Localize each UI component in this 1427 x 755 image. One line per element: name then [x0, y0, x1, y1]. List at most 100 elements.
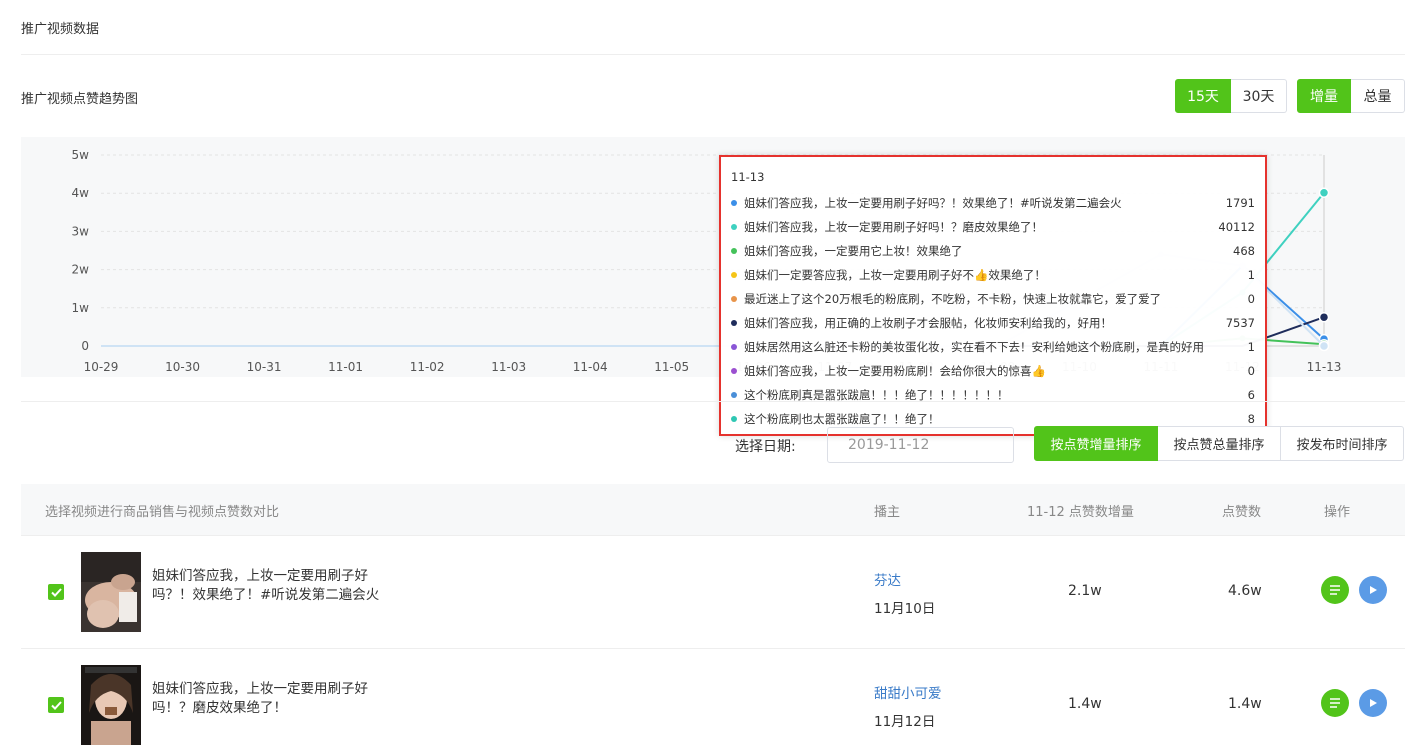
author-link[interactable]: 甜甜小可爱 [874, 682, 942, 702]
mode-increment-button[interactable]: 增量 [1297, 79, 1351, 113]
tooltip-series-value: 1 [1247, 268, 1255, 282]
series-dot-icon [731, 296, 737, 302]
tooltip-series-name: 这个粉底刷也太嚣张跋扈了！！绝了！ [744, 412, 940, 426]
tooltip-series-name: 姐妹居然用这么脏还卡粉的美妆蛋化妆，实在看不下去！安利给她这个粉底刷，是真的好用 [744, 340, 1204, 354]
like-total: 4.6w [1228, 583, 1262, 599]
play-button[interactable] [1359, 689, 1387, 717]
y-tick-label: 2w [72, 263, 90, 277]
tooltip-series-value: 6 [1247, 388, 1255, 402]
like-total: 1.4w [1228, 696, 1262, 712]
header-actions: 操作 [1324, 505, 1351, 520]
check-icon [50, 587, 62, 597]
tooltip-row: 姐妹们答应我，上妆一定要用粉底刷！会给你很大的惊喜👍 0 [731, 359, 1255, 383]
x-tick-label: 11-03 [491, 360, 526, 374]
tooltip-series-name: 姐妹们答应我，用正确的上妆刷子才会服帖，化妆师安利给我的，好用！ [744, 316, 1112, 330]
tooltip-row: 最近迷上了这个20万根毛的粉底刷，不吃粉，不卡粉，快速上妆就靠它，爱了爱了 0 [731, 287, 1255, 311]
tooltip-row: 姐妹们一定要答应我，上妆一定要用刷子好不👍效果绝了！ 1 [731, 263, 1255, 287]
video-title[interactable]: 姐妹们答应我，上妆一定要用刷子好吗？！效果绝了！#听说发第二遍会火 [152, 567, 392, 605]
table-header: 选择视频进行商品销售与视频点赞数对比 播主 11-12 点赞数增量 点赞数 操作 [21, 484, 1405, 535]
data-point-highlight [1318, 340, 1330, 352]
sort-by-total-button[interactable]: 按点赞总量排序 [1158, 426, 1281, 461]
detail-button[interactable] [1321, 689, 1349, 717]
video-thumbnail[interactable] [81, 665, 141, 745]
author-link[interactable]: 芬达 [874, 569, 901, 589]
tooltip-series-name: 姐妹们一定要答应我，上妆一定要用刷子好不👍效果绝了！ [744, 268, 1046, 282]
data-point-highlight [1318, 311, 1330, 323]
check-icon [50, 700, 62, 710]
series-dot-icon [731, 224, 737, 230]
tooltip-series-name: 姐妹们答应我，上妆一定要用刷子好吗！？磨皮效果绝了！ [744, 220, 1043, 234]
divider [21, 401, 1405, 402]
x-tick-label: 10-30 [165, 360, 200, 374]
header-select: 选择视频进行商品销售与视频点赞数对比 [45, 505, 280, 520]
play-icon [1370, 699, 1377, 707]
range-15-days-button[interactable]: 15天 [1175, 79, 1231, 113]
tooltip-row: 姐妹们答应我，上妆一定要用刷子好吗？！效果绝了！#听说发第二遍会火 1791 [731, 191, 1255, 215]
play-icon [1370, 586, 1377, 594]
series-dot-icon [731, 368, 737, 374]
range-toggle: 15天 30天 [1175, 79, 1287, 113]
tooltip-row: 姐妹们答应我，上妆一定要用刷子好吗！？磨皮效果绝了！ 40112 [731, 215, 1255, 239]
date-label: 选择日期: [735, 439, 796, 455]
chart-tooltip: 11-13 姐妹们答应我，上妆一定要用刷子好吗？！效果绝了！#听说发第二遍会火 1… [719, 155, 1267, 436]
tooltip-series-name: 最近迷上了这个20万根毛的粉底刷，不吃粉，不卡粉，快速上妆就靠它，爱了爱了 [744, 292, 1162, 306]
mode-toggle: 增量 总量 [1297, 79, 1405, 113]
tooltip-series-value: 0 [1247, 364, 1255, 378]
list-icon [1330, 698, 1340, 708]
sort-by-publish-time-button[interactable]: 按发布时间排序 [1281, 426, 1404, 461]
tooltip-series-value: 0 [1247, 292, 1255, 306]
x-tick-label: 11-13 [1307, 360, 1342, 374]
y-tick-label: 3w [72, 224, 90, 238]
series-dot-icon [731, 392, 737, 398]
tooltip-series-value: 40112 [1218, 220, 1255, 234]
tooltip-series-name: 姐妹们答应我，一定要用它上妆！效果绝了 [744, 244, 963, 258]
y-tick-label: 0 [81, 339, 89, 353]
detail-button[interactable] [1321, 576, 1349, 604]
sort-toggle: 按点赞增量排序 按点赞总量排序 按发布时间排序 [1034, 426, 1404, 461]
sort-by-increment-button[interactable]: 按点赞增量排序 [1034, 426, 1158, 461]
x-tick-label: 11-05 [654, 360, 689, 374]
range-30-days-button[interactable]: 30天 [1231, 79, 1287, 113]
series-dot-icon [731, 200, 737, 206]
list-icon [1330, 585, 1340, 595]
tooltip-series-value: 1791 [1225, 196, 1255, 210]
tooltip-series-name: 姐妹们答应我，上妆一定要用粉底刷！会给你很大的惊喜👍 [744, 364, 1046, 378]
x-tick-label: 10-29 [84, 360, 119, 374]
play-button[interactable] [1359, 576, 1387, 604]
video-thumbnail[interactable] [81, 552, 141, 632]
chart-title: 推广视频点赞趋势图 [21, 92, 139, 107]
publish-date: 11月12日 [874, 714, 936, 730]
header-increment: 11-12 点赞数增量 [1027, 505, 1134, 520]
tooltip-row: 姐妹们答应我，一定要用它上妆！效果绝了 468 [731, 239, 1255, 263]
table-row: 姐妹们答应我，上妆一定要用刷子好吗？！效果绝了！#听说发第二遍会火 芬达 11月… [21, 536, 1405, 648]
like-increment: 2.1w [1068, 583, 1102, 599]
y-tick-label: 4w [72, 186, 90, 200]
tooltip-date: 11-13 [731, 170, 765, 184]
tooltip-series-value: 1 [1247, 340, 1255, 354]
video-title[interactable]: 姐妹们答应我，上妆一定要用刷子好吗！？磨皮效果绝了！ [152, 680, 392, 718]
tooltip-row: 姐妹居然用这么脏还卡粉的美妆蛋化妆，实在看不下去！安利给她这个粉底刷，是真的好用… [731, 335, 1255, 359]
tooltip-series-value: 7537 [1225, 316, 1255, 330]
y-tick-label: 5w [72, 148, 90, 162]
table-row: 姐妹们答应我，上妆一定要用刷子好吗！？磨皮效果绝了！ 甜甜小可爱 11月12日 … [21, 649, 1405, 755]
x-tick-label: 11-01 [328, 360, 363, 374]
date-picker-input[interactable]: 2019-11-12 [827, 427, 1014, 463]
row-checkbox[interactable] [48, 697, 64, 713]
series-dot-icon [731, 320, 737, 326]
row-checkbox[interactable] [48, 584, 64, 600]
x-tick-label: 11-04 [573, 360, 608, 374]
data-point-highlight [1318, 187, 1330, 199]
tooltip-series-value: 468 [1233, 244, 1255, 258]
page-title: 推广视频数据 [21, 22, 100, 37]
tooltip-series-name: 姐妹们答应我，上妆一定要用刷子好吗？！效果绝了！#听说发第二遍会火 [744, 196, 1122, 210]
header-likes: 点赞数 [1222, 505, 1262, 520]
y-tick-label: 1w [72, 301, 90, 315]
publish-date: 11月10日 [874, 601, 936, 617]
header-author: 播主 [874, 505, 901, 520]
tooltip-row: 姐妹们答应我，用正确的上妆刷子才会服帖，化妆师安利给我的，好用！ 7537 [731, 311, 1255, 335]
tooltip-series-value: 8 [1247, 412, 1255, 426]
x-tick-label: 11-02 [410, 360, 445, 374]
mode-total-button[interactable]: 总量 [1351, 79, 1405, 113]
series-dot-icon [731, 344, 737, 350]
series-dot-icon [731, 248, 737, 254]
